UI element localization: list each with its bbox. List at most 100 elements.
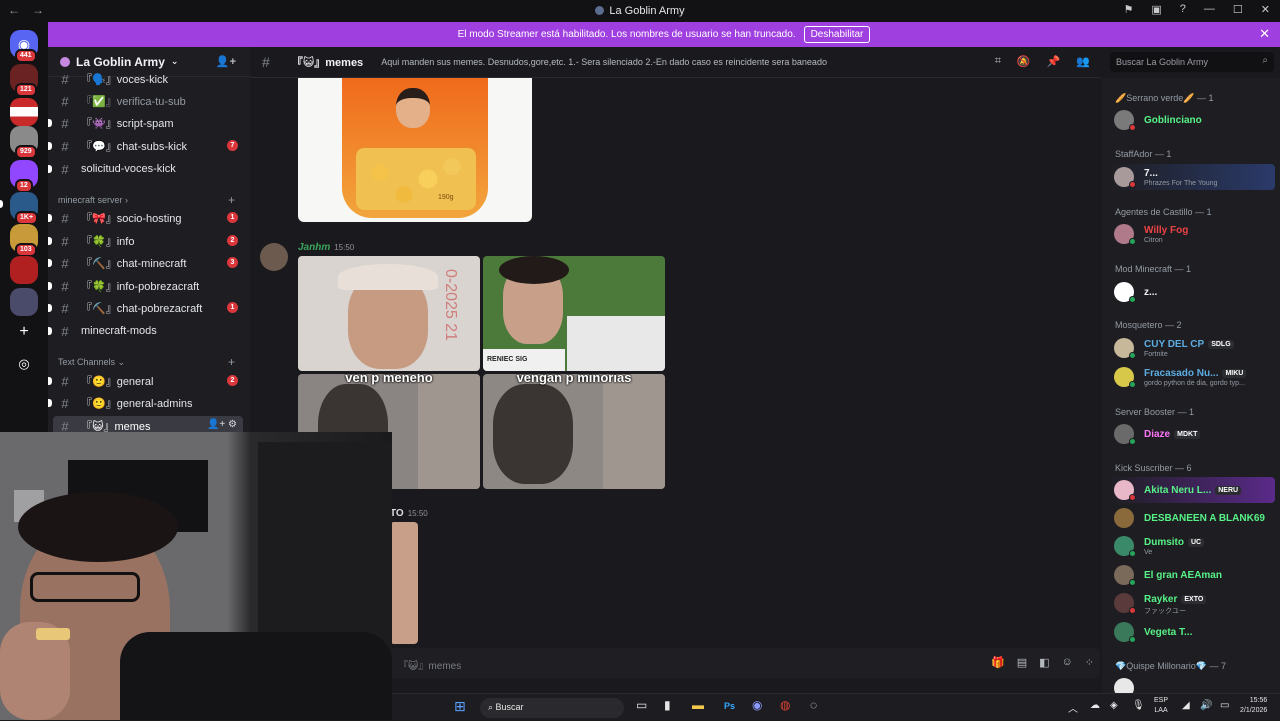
close-window-icon[interactable]: ✕ — [1261, 3, 1270, 16]
add-server-icon[interactable]: + — [10, 318, 38, 346]
members-list-icon[interactable]: 👥 — [1076, 55, 1090, 68]
server-icon[interactable]: 103 — [10, 224, 38, 257]
server-icon[interactable] — [10, 256, 38, 284]
server-icon[interactable]: 1K+ — [10, 192, 39, 225]
channel-item[interactable]: # 『⛏️』chat-pobrezacraft 1 — [48, 298, 243, 318]
guild-name: La Goblin Army — [76, 54, 165, 69]
wifi-icon[interactable]: ◢ — [1182, 700, 1190, 720]
photoshop-icon[interactable]: Ps — [724, 701, 735, 721]
gif-tile[interactable]: 0-2025 21 — [298, 256, 480, 371]
channel-item[interactable]: # 『🎀』socio-hosting 1 — [48, 208, 243, 228]
role-header: Mosquetero — 2 — [1115, 320, 1182, 330]
member-item[interactable]: Fracasado Nu... MIKU gordo python de dia, … — [1110, 364, 1275, 390]
member-item[interactable]: CUY DEL CP SDLG Fortnite — [1110, 335, 1275, 361]
channel-item[interactable]: # 『✅』verifica-tu-sub — [53, 91, 243, 111]
maximize-icon[interactable]: ☐ — [1233, 3, 1243, 16]
gift-icon[interactable]: 🎁 — [991, 656, 1005, 669]
member-item[interactable]: Vegeta T... — [1110, 619, 1275, 645]
taskbar-search[interactable]: ⌕ Buscar — [480, 698, 624, 718]
category-label: Text Channels — [58, 357, 116, 367]
inbox-icon[interactable]: ▣ — [1151, 3, 1161, 16]
flag-icon[interactable]: ⚑ — [1124, 3, 1134, 16]
chrome-icon[interactable]: ◍ — [780, 698, 790, 718]
volume-icon[interactable]: 🔊 — [1200, 700, 1212, 720]
category-text-channels[interactable]: Text Channels ⌄ + — [58, 355, 235, 369]
microphone-icon[interactable]: 🎙 — [1132, 700, 1145, 720]
settings-gear-icon[interactable]: 👤+ ⚙ — [207, 419, 237, 430]
file-explorer-icon[interactable]: ▬ — [692, 698, 704, 718]
channel-item[interactable]: # 『🍀』info-pobrezacraft — [48, 276, 243, 296]
tray-app-icon[interactable]: ◈ — [1110, 700, 1118, 720]
channel-item-active[interactable]: # 『😺』memes 👤+ ⚙ — [53, 416, 243, 432]
member-item[interactable] — [1110, 675, 1275, 693]
member-item[interactable]: Willy Fog Citron — [1110, 221, 1275, 247]
start-icon[interactable]: ⊞ — [454, 698, 466, 718]
server-icon[interactable]: 929 — [10, 126, 38, 159]
message-composer[interactable]: 『😺』memes 🎁 ▤ ◧ ☺ ⁘ — [388, 648, 1100, 678]
message-author[interactable]: Janhm — [298, 242, 330, 253]
sticker-icon[interactable]: ◧ — [1039, 656, 1049, 669]
member-item[interactable]: 7... Phrazes For The Young — [1110, 164, 1275, 190]
search-input[interactable]: Buscar La Goblin Army ⌕ — [1110, 52, 1274, 72]
channel-topic[interactable]: Aqui manden sus memes. Desnudos,gore,etc… — [381, 57, 827, 67]
disable-streamer-button[interactable]: Deshabilitar — [803, 26, 871, 43]
channel-item[interactable]: # 『💬』chat-subs-kick 7 — [48, 136, 243, 156]
add-channel-icon[interactable]: + — [228, 193, 235, 207]
channel-item[interactable]: # 『⛏️』chat-minecraft 3 — [48, 253, 243, 273]
channel-item[interactable]: # 『🗣️』voces-kick — [53, 69, 243, 89]
pin-icon[interactable]: 📌 — [1047, 55, 1061, 68]
member-item[interactable]: El gran AEAman — [1110, 562, 1275, 588]
app-icon[interactable]: ◌ — [810, 698, 817, 718]
server-icon[interactable]: 12 — [10, 160, 38, 193]
tray-app-icon[interactable]: ☁ — [1090, 700, 1100, 720]
channel-item[interactable]: # 『🍀』info 2 — [48, 231, 243, 251]
channel-item[interactable]: # 『🙂』general 2 — [48, 371, 243, 391]
message-author[interactable]: TO — [390, 508, 404, 519]
category-minecraft[interactable]: minecraft server › + — [58, 193, 235, 207]
explore-icon[interactable]: ◎ — [10, 350, 38, 378]
glasses — [30, 572, 140, 602]
member-item[interactable]: Akita Neru L... NERU — [1110, 477, 1275, 503]
meme-image-chips[interactable]: 190g — [298, 78, 532, 222]
threads-icon[interactable]: ⌗ — [995, 55, 1001, 68]
message-header: TO 15:50 — [390, 508, 428, 519]
server-icon[interactable] — [10, 98, 38, 126]
member-item[interactable]: Goblinciano — [1110, 107, 1275, 133]
member-activity: Fortnite — [1144, 351, 1168, 358]
user-avatar[interactable] — [260, 243, 288, 271]
gif-tile[interactable]: vengan p minorias — [483, 374, 665, 489]
language-indicator[interactable]: ESP LAA — [1154, 696, 1168, 716]
invite-people-icon[interactable]: 👤+ — [216, 55, 236, 68]
member-item[interactable]: Rayker EXTO ファックユー — [1110, 590, 1275, 616]
mute-bell-icon[interactable]: 🔕 — [1017, 55, 1031, 68]
channel-item[interactable]: # 『👾』script-spam — [48, 113, 243, 133]
selected-server-pill — [0, 200, 3, 208]
window-title: La Goblin Army — [0, 5, 1280, 17]
apps-icon[interactable]: ⁘ — [1085, 656, 1094, 669]
member-item[interactable]: DESBANEEN A BLANK69 — [1110, 505, 1275, 531]
minimize-icon[interactable]: — — [1204, 3, 1215, 16]
gif-tile[interactable]: RENIEC SIG — [483, 256, 665, 371]
task-view-icon[interactable]: ▭ — [636, 698, 647, 718]
home-button[interactable]: ◉ 441 — [10, 30, 38, 63]
image-attachment[interactable] — [390, 522, 418, 644]
member-item[interactable]: z... — [1110, 279, 1275, 305]
member-name: Dumsito UC — [1144, 537, 1205, 548]
channel-item[interactable]: # minecraft-mods — [48, 321, 243, 341]
channel-item[interactable]: # 『🙂』general-admins — [48, 393, 243, 413]
help-icon[interactable]: ? — [1180, 3, 1186, 16]
add-channel-icon[interactable]: + — [228, 355, 235, 369]
server-icon[interactable] — [10, 288, 38, 316]
tray-chevron-icon[interactable]: ︿ — [1068, 700, 1078, 720]
server-icon[interactable]: 121 — [10, 64, 38, 97]
member-item[interactable]: Dumsito UC Ve — [1110, 533, 1275, 559]
channel-item[interactable]: # solicitud-voces-kick — [48, 159, 243, 179]
app-icon[interactable]: ▮ — [664, 698, 671, 718]
emoji-icon[interactable]: ☺ — [1062, 656, 1073, 669]
clock[interactable]: 15:56 2/1/2026 — [1240, 696, 1267, 716]
battery-icon[interactable]: ▭ — [1220, 700, 1229, 720]
discord-taskbar-icon[interactable]: ◉ — [752, 698, 762, 718]
close-banner-icon[interactable]: ✕ — [1259, 26, 1270, 42]
gif-icon[interactable]: ▤ — [1017, 656, 1027, 669]
member-item[interactable]: Diaze MDKT — [1110, 421, 1275, 447]
